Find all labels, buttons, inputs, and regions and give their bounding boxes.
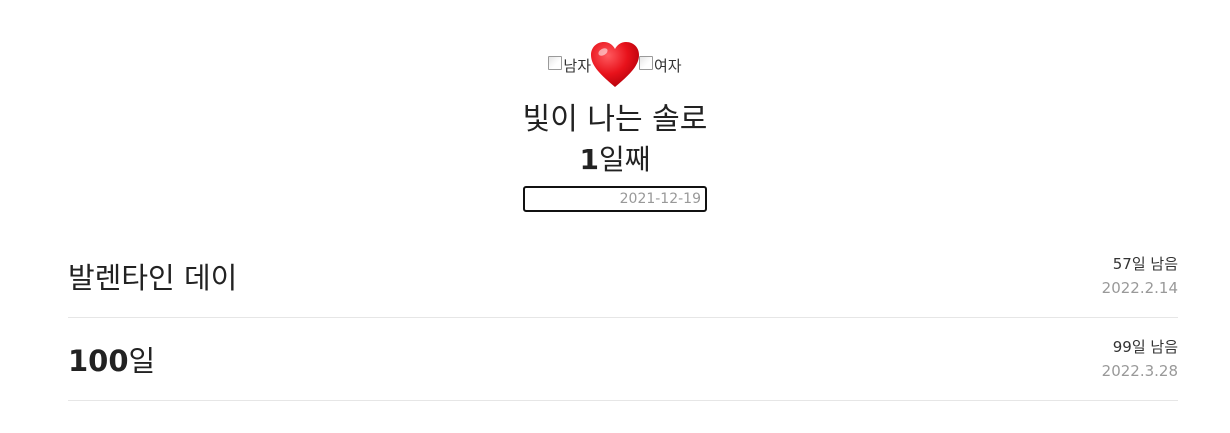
event-title: 100일	[68, 338, 155, 380]
event-title-suffix: 일	[128, 344, 156, 378]
couple-header: 남자 여자 빛이 나는 솔로 1일째	[0, 40, 1230, 212]
female-image-alt: 여자	[654, 56, 682, 75]
heart-icon	[591, 42, 639, 87]
day-counter-suffix: 일째	[598, 143, 651, 176]
start-date-input[interactable]	[523, 186, 707, 212]
female-image: 여자	[639, 55, 682, 76]
event-remaining: 99일 남음	[1112, 338, 1178, 356]
event-title-number: 100	[68, 344, 129, 378]
event-list: 발렌타인 데이 57일 남음 2022.2.14 100일 99일 남음 202…	[68, 235, 1178, 401]
male-image: 남자	[548, 55, 591, 76]
event-title: 발렌타인 데이	[68, 261, 238, 295]
broken-image-icon	[548, 56, 563, 70]
day-counter: 1일째	[0, 140, 1230, 180]
event-date: 2022.3.28	[1101, 362, 1178, 380]
page-title: 빛이 나는 솔로	[522, 102, 708, 137]
male-image-alt: 남자	[563, 56, 591, 75]
event-date: 2022.2.14	[1101, 279, 1178, 297]
couple-images: 남자 여자	[0, 40, 1230, 90]
event-info: 57일 남음 2022.2.14	[1102, 252, 1178, 300]
event-info: 99일 남음 2022.3.28	[1102, 335, 1178, 383]
day-counter-number: 1	[579, 143, 599, 176]
list-item: 발렌타인 데이 57일 남음 2022.2.14	[68, 235, 1178, 318]
list-item: 100일 99일 남음 2022.3.28	[68, 318, 1178, 401]
event-remaining: 57일 남음	[1112, 255, 1178, 273]
broken-image-icon	[639, 56, 653, 70]
